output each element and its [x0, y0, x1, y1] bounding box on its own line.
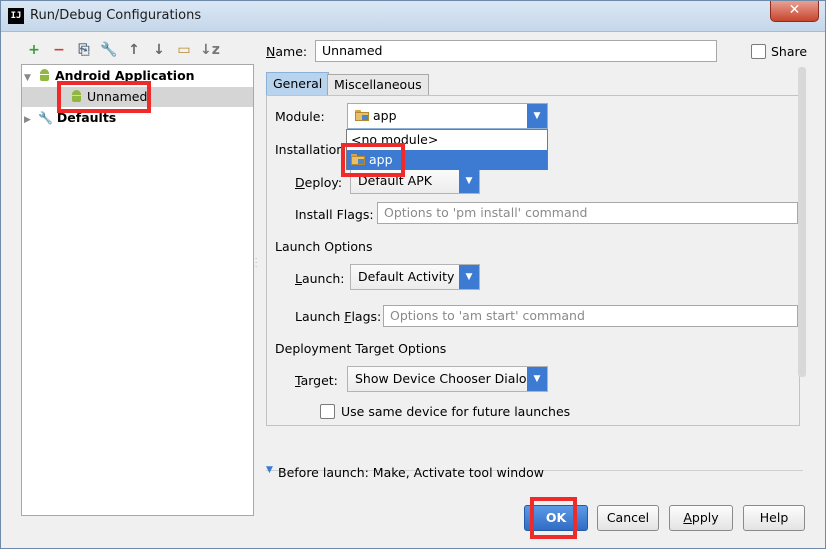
same-device-checkbox[interactable]: [320, 404, 335, 419]
same-device-label: Use same device for future launches: [341, 404, 571, 419]
expand-triangle-icon[interactable]: ▼: [266, 465, 273, 475]
chevron-down-icon[interactable]: ▼: [527, 367, 547, 391]
deploy-label: Deploy:: [295, 175, 343, 190]
name-input[interactable]: Unnamed: [315, 40, 717, 62]
highlight-ok-button: [530, 497, 577, 539]
title-bar[interactable]: IJ Run/Debug Configurations ✕: [1, 1, 825, 32]
module-label: Module:: [275, 109, 325, 124]
copy-icon[interactable]: ⎘: [75, 41, 93, 59]
module-select-value: app: [373, 108, 397, 123]
before-launch-label[interactable]: Before launch: Make, Activate tool windo…: [278, 465, 544, 480]
chevron-down-icon[interactable]: ▼: [459, 169, 479, 193]
close-button[interactable]: ✕: [770, 1, 819, 22]
install-flags-label: Install Flags:: [295, 207, 374, 222]
chevron-down-icon[interactable]: ▼: [527, 104, 547, 128]
folder-icon[interactable]: ▭: [175, 41, 193, 59]
move-up-icon[interactable]: ↑: [125, 41, 143, 59]
share-checkbox[interactable]: [751, 44, 766, 59]
chevron-down-icon[interactable]: ▼: [459, 265, 479, 289]
wrench-icon: 🔧: [37, 111, 53, 125]
name-label: Name:: [266, 44, 308, 59]
launch-flags-input[interactable]: Options to 'am start' command: [383, 305, 798, 327]
move-down-icon[interactable]: ↓: [150, 41, 168, 59]
wrench-icon[interactable]: 🔧: [100, 41, 118, 59]
launch-flags-label: Launch Flags:: [295, 309, 382, 324]
launch-select[interactable]: Default Activity ▼: [350, 264, 480, 290]
dialog-window: IJ Run/Debug Configurations ✕ + − ⎘ 🔧 ↑ ↓ ▭ ↓z …: [0, 0, 826, 549]
android-icon: [38, 69, 51, 81]
launch-select-value: Default Activity: [358, 269, 455, 284]
target-label: Target:: [295, 373, 338, 388]
module-select[interactable]: app ▼: [347, 103, 548, 129]
launch-label: Launch:: [295, 271, 345, 286]
add-icon[interactable]: +: [25, 41, 43, 59]
cancel-button[interactable]: Cancel: [597, 505, 659, 531]
config-tree[interactable]: ▼ Android Application Unnamed ▶ 🔧 Defaul…: [21, 64, 254, 516]
install-flags-input[interactable]: Options to 'pm install' command: [377, 202, 798, 224]
target-select[interactable]: Show Device Chooser Dialog ▼: [347, 366, 548, 392]
share-label: Share: [771, 44, 808, 59]
expand-arrow-icon[interactable]: ▼: [24, 68, 34, 88]
splitter-handle[interactable]: · · ·: [255, 256, 259, 271]
collapse-arrow-icon[interactable]: ▶: [24, 110, 34, 130]
panel-scrollbar[interactable]: [798, 67, 806, 377]
highlight-unnamed: [57, 81, 151, 113]
launch-options-label: Launch Options: [275, 239, 373, 254]
tab-miscellaneous[interactable]: Miscellaneous: [327, 74, 429, 95]
window-title: Run/Debug Configurations: [30, 8, 202, 23]
target-select-value: Show Device Chooser Dialog: [355, 371, 535, 386]
tab-general[interactable]: General: [266, 72, 330, 95]
apply-button[interactable]: Apply: [669, 505, 733, 531]
remove-icon[interactable]: −: [50, 41, 68, 59]
deployment-target-label: Deployment Target Options: [275, 341, 447, 356]
app-logo-icon: IJ: [8, 8, 24, 24]
sort-icon[interactable]: ↓z: [200, 41, 220, 59]
dialog-client: + − ⎘ 🔧 ↑ ↓ ▭ ↓z ▼ Android Application Unnamed …: [9, 32, 819, 542]
module-folder-icon: [355, 110, 369, 121]
highlight-app-option: [341, 143, 405, 177]
help-button[interactable]: Help: [743, 505, 805, 531]
